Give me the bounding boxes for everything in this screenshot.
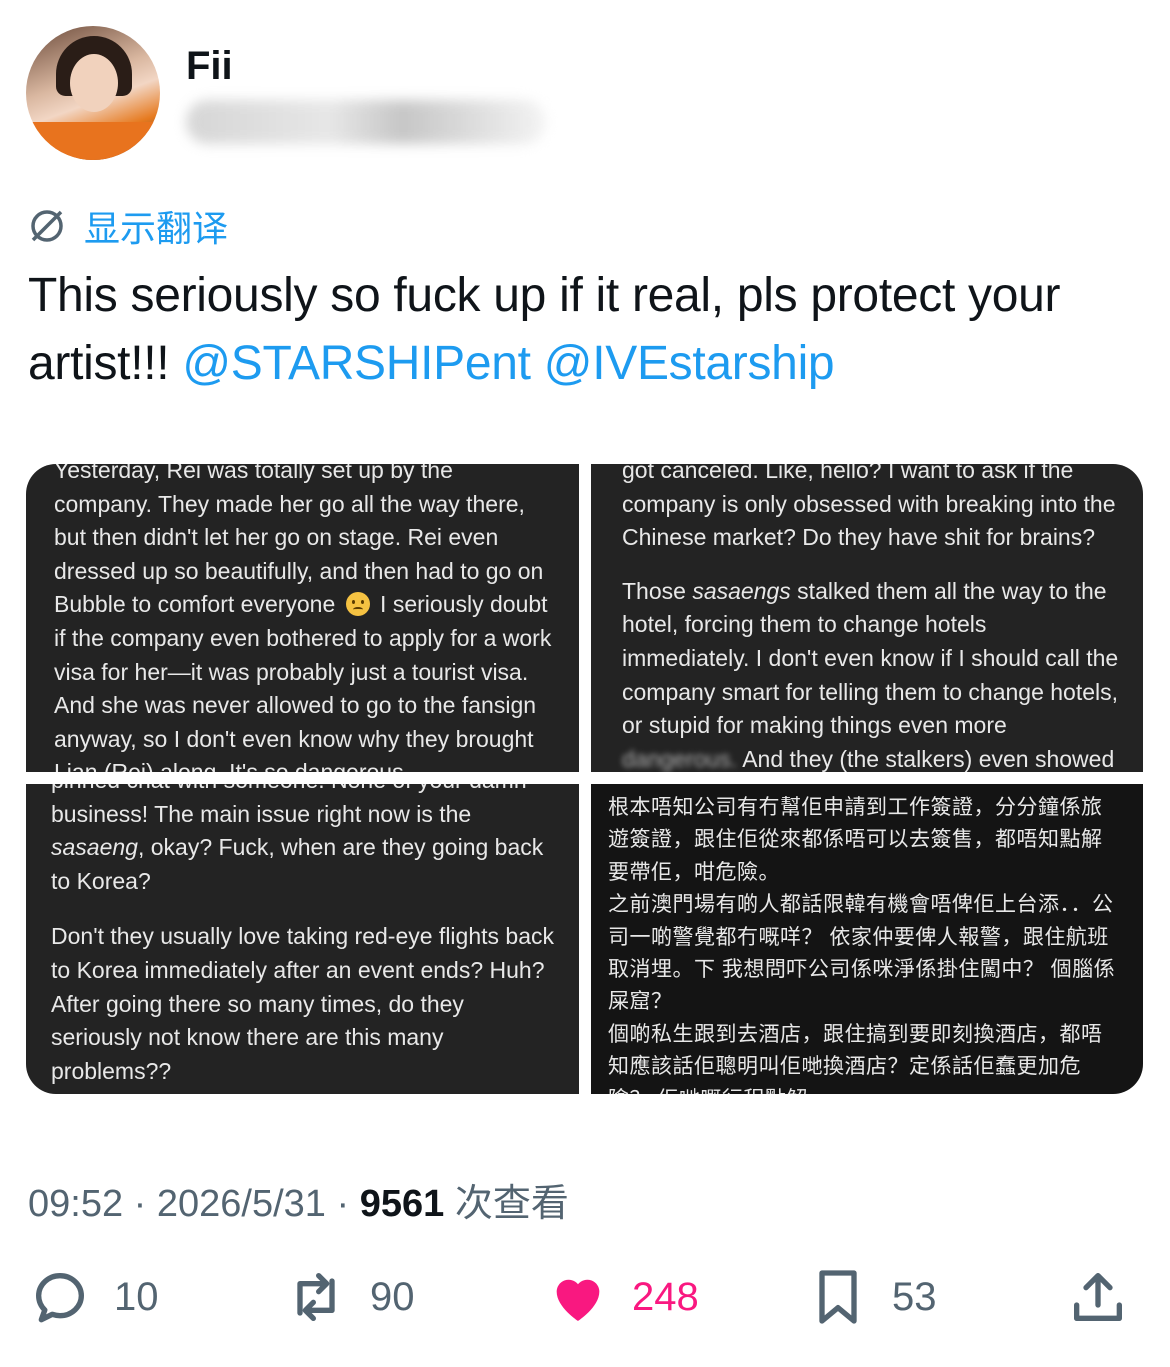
avatar-face xyxy=(70,54,118,112)
panel2-para2: Those sasaengs stalked them all the way … xyxy=(622,575,1119,772)
avatar-shirt xyxy=(26,122,160,160)
bookmark-button[interactable]: 53 xyxy=(806,1265,937,1329)
panel2-para1: got canceled. Like, hello? I want to ask… xyxy=(622,464,1116,551)
bookmark-icon xyxy=(819,1270,857,1324)
translate-icon xyxy=(31,210,63,242)
translate-label[interactable]: 显示翻译 xyxy=(84,200,228,252)
panel2-para2-end: And they (the stalkers) even showed xyxy=(737,745,1115,772)
panel4-text: 根本唔知公司有冇幫佢申請到工作簽證，分分鐘係旅遊簽證，跟住佢從來都係唔可以去簽售… xyxy=(608,796,1116,1094)
retweet-count: 90 xyxy=(370,1274,415,1319)
panel3-para1-pre: business! The main issue right now is th… xyxy=(51,800,472,827)
view-label: 次查看 xyxy=(454,1183,569,1225)
media-image-4[interactable]: 根本唔知公司有冇幫佢申請到工作簽證，分分鐘係旅遊簽證，跟住佢從來都係唔可以去簽售… xyxy=(591,784,1143,1094)
translate-link[interactable]: 显示翻译 xyxy=(26,200,228,252)
panel1-text-b: I seriously doubt if the company even bo… xyxy=(54,591,552,772)
media-grid[interactable]: Yesterday, Rei was totally set up by the… xyxy=(26,464,1143,1094)
panel3-para1-em: sasaeng xyxy=(51,834,138,861)
panel3-para1: business! The main issue right now is th… xyxy=(51,798,557,899)
tweet-date[interactable]: 2026/5/31 xyxy=(157,1183,326,1225)
action-bar: 10 90 248 53 xyxy=(0,1265,1170,1335)
reply-icon xyxy=(36,1273,84,1323)
heart-icon xyxy=(556,1279,600,1321)
reply-count: 10 xyxy=(114,1274,159,1319)
panel3-cut-line: pinned chat with someone. None of your d… xyxy=(51,784,557,798)
like-count: 248 xyxy=(632,1274,699,1319)
meta-separator-2: · xyxy=(336,1183,350,1225)
author-handle-blurred xyxy=(186,100,546,144)
retweet-button[interactable]: 90 xyxy=(284,1265,415,1329)
panel2-blurred-word: dangerous. xyxy=(622,745,738,772)
tweet-text: This seriously so fuck up if it real, pl… xyxy=(28,262,1138,398)
like-button[interactable]: 248 xyxy=(546,1265,699,1329)
bookmark-count: 53 xyxy=(892,1274,937,1319)
retweet-icon xyxy=(297,1273,335,1321)
meta-separator: · xyxy=(133,1183,147,1225)
tweet-meta: 09:52 · 2026/5/31 · 9561 次查看 xyxy=(28,1172,569,1227)
media-image-3[interactable]: pinned chat with someone. None of your d… xyxy=(26,784,579,1094)
mention-ivestarship[interactable]: @IVEstarship xyxy=(544,337,835,390)
panel1-text: Yesterday, Rei was totally set up by the… xyxy=(54,464,557,772)
tweet-time[interactable]: 09:52 xyxy=(28,1183,123,1225)
media-image-1[interactable]: Yesterday, Rei was totally set up by the… xyxy=(26,464,579,772)
panel2-para2-pre: Those xyxy=(622,577,693,604)
avatar[interactable] xyxy=(26,26,160,160)
share-button[interactable] xyxy=(1066,1265,1130,1329)
panel2-para2-em: sasaengs xyxy=(692,577,791,604)
media-image-2[interactable]: got canceled. Like, hello? I want to ask… xyxy=(591,464,1143,772)
panel3-para2: Don't they usually love taking red-eye f… xyxy=(51,923,554,1084)
reply-button[interactable]: 10 xyxy=(28,1265,159,1329)
author-name[interactable]: Fii xyxy=(186,44,233,89)
mention-starshipent[interactable]: @STARSHIPent xyxy=(182,337,531,390)
share-icon xyxy=(1074,1273,1122,1321)
worried-face-icon xyxy=(345,592,370,617)
view-count: 9561 xyxy=(359,1183,445,1225)
